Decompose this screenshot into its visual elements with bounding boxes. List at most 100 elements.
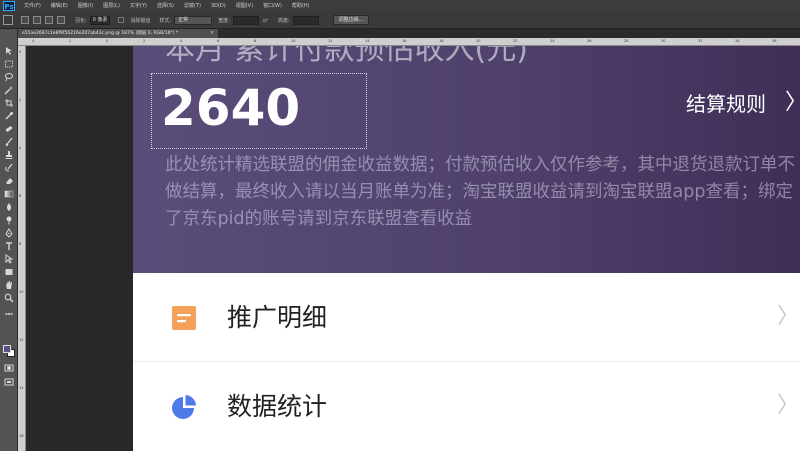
ruler-number: 12	[19, 338, 24, 342]
crop-tool-icon[interactable]	[3, 97, 15, 108]
vertical-ruler: 0 2 4 6 8 10 12 14 16	[18, 46, 26, 451]
menu-edit[interactable]: 编辑(E)	[46, 0, 73, 12]
document-tab-title: e55ae2687c1e8f9f56216e207ab43c.png @ 187…	[22, 31, 179, 36]
pen-tool-icon[interactable]	[3, 227, 15, 238]
photoshop-logo-icon: Ps	[3, 1, 15, 11]
eyedropper-tool-icon[interactable]	[3, 110, 15, 121]
style-select[interactable]: 正常	[174, 15, 213, 25]
swap-dimensions-icon[interactable]: ⇄	[263, 17, 268, 24]
menu-layer[interactable]: 图层(L)	[98, 0, 125, 12]
horizontal-ruler: 4 2 0 2 4 6 8 10 12 14 16 18 20 22 24 26 28 30 32 34 36	[18, 38, 800, 46]
type-tool-icon[interactable]	[3, 240, 15, 251]
ruler-number: 10	[19, 290, 24, 294]
ruler-number: 2	[143, 39, 146, 43]
feather-input[interactable]: 0 像素	[89, 15, 111, 25]
brush-tool-icon[interactable]	[3, 136, 15, 147]
marquee-tool-icon[interactable]	[3, 58, 15, 69]
feather-label: 羽化:	[75, 17, 87, 24]
document-list-icon	[172, 306, 196, 330]
magic-wand-tool-icon[interactable]	[3, 84, 15, 95]
quick-mask-icon[interactable]	[3, 362, 15, 373]
ruler-number: 4	[32, 39, 35, 43]
close-tab-icon[interactable]: ×	[210, 29, 214, 38]
style-label: 样式:	[159, 17, 172, 24]
ruler-number: 34	[735, 39, 740, 43]
menu-help[interactable]: 帮助(H)	[287, 0, 315, 12]
menu-window[interactable]: 窗口(W)	[258, 0, 287, 12]
menu-file[interactable]: 文件(F)	[19, 0, 46, 12]
eraser-tool-icon[interactable]	[3, 175, 15, 186]
new-selection-button[interactable]	[21, 16, 29, 24]
ruler-number: 18	[439, 39, 444, 43]
document-canvas[interactable]: 本月 累计付款预估收入(元) 2640 结算规则 〉 此处统计精选联盟的佣金收益…	[133, 46, 800, 451]
ruler-number: 0	[106, 39, 109, 43]
ruler-number: 4	[19, 146, 22, 150]
width-label: 宽度:	[218, 17, 230, 24]
menu-view[interactable]: 视图(V)	[231, 0, 258, 12]
menu-select[interactable]: 选择(S)	[152, 0, 179, 12]
intersect-selection-button[interactable]	[57, 16, 65, 24]
list-item-data-statistics[interactable]: 数据统计 〉	[133, 362, 800, 451]
list-item-promotion-details[interactable]: 推广明细 〉	[133, 273, 800, 362]
list-item-label: 数据统计	[227, 392, 328, 421]
width-input[interactable]	[232, 15, 259, 25]
zoom-tool-icon[interactable]	[3, 292, 15, 303]
chevron-right-icon: 〉	[777, 393, 800, 418]
menu-bar: Ps 文件(F) 编辑(E) 图像(I) 图层(L) 文字(Y) 选择(S) 滤…	[0, 0, 800, 12]
chevron-right-icon[interactable]: 〉	[785, 90, 800, 116]
path-selection-tool-icon[interactable]	[3, 253, 15, 264]
document-tab[interactable]: e55ae2687c1e8f9f56216e207ab43c.png @ 187…	[18, 29, 218, 38]
ruler-number: 24	[550, 39, 555, 43]
menu-image[interactable]: 图像(I)	[73, 0, 98, 12]
height-input[interactable]	[292, 15, 319, 25]
ruler-number: 14	[19, 386, 24, 390]
blur-tool-icon[interactable]	[3, 201, 15, 212]
tool-preset-picker[interactable]	[3, 15, 13, 25]
ruler-number: 8	[254, 39, 257, 43]
menu-3d[interactable]: 3D(D)	[206, 0, 231, 12]
ruler-number: 30	[661, 39, 666, 43]
ruler-number: 16	[19, 434, 24, 438]
move-tool-icon[interactable]	[3, 45, 15, 56]
options-bar: 羽化: 0 像素 消除锯齿 样式: 正常 宽度: ⇄ 高度: 调整边缘...	[0, 12, 800, 29]
income-header: 本月 累计付款预估收入(元) 2640 结算规则 〉 此处统计精选联盟的佣金收益…	[133, 46, 800, 273]
ruler-number: 0	[19, 50, 22, 54]
ruler-number: 8	[19, 242, 22, 246]
ruler-number: 14	[365, 39, 370, 43]
ruler-number: 28	[624, 39, 629, 43]
healing-brush-tool-icon[interactable]	[3, 123, 15, 134]
history-brush-tool-icon[interactable]	[3, 162, 15, 173]
document-tab-bar: e55ae2687c1e8f9f56216e207ab43c.png @ 187…	[18, 29, 800, 38]
gradient-tool-icon[interactable]	[3, 188, 15, 199]
ruler-number: 2	[19, 98, 22, 102]
toolbox	[0, 29, 18, 451]
height-label: 高度:	[277, 17, 290, 24]
refine-edge-button[interactable]: 调整边缘...	[332, 15, 370, 25]
dodge-tool-icon[interactable]	[3, 214, 15, 225]
menu-type[interactable]: 文字(Y)	[125, 0, 152, 12]
foreground-color-swatch[interactable]	[3, 345, 11, 353]
ruler-number: 20	[476, 39, 481, 43]
subtract-selection-button[interactable]	[45, 16, 53, 24]
list-item-label: 推广明细	[227, 303, 328, 332]
antialias-checkbox[interactable]	[118, 17, 125, 23]
ruler-number: 16	[402, 39, 407, 43]
pasteboard	[26, 46, 133, 451]
header-title: 本月 累计付款预估收入(元)	[165, 46, 528, 67]
extra-tools-icon[interactable]	[3, 308, 15, 319]
ruler-number: 26	[587, 39, 592, 43]
add-selection-button[interactable]	[33, 16, 41, 24]
ruler-number: 4	[180, 39, 183, 43]
lasso-tool-icon[interactable]	[3, 71, 15, 82]
income-notice: 此处统计精选联盟的佣金收益数据；付款预估收入仅作参考，其中退货退款订单不做结算，…	[165, 155, 795, 229]
screen-mode-icon[interactable]	[3, 376, 15, 387]
shape-tool-icon[interactable]	[3, 266, 15, 277]
clone-stamp-tool-icon[interactable]	[3, 149, 15, 160]
hand-tool-icon[interactable]	[3, 279, 15, 290]
ruler-number: 12	[328, 39, 333, 43]
chevron-right-icon: 〉	[777, 304, 800, 329]
settlement-rules-link[interactable]: 结算规则	[686, 91, 766, 117]
ruler-number: 6	[19, 194, 22, 198]
menu-filter[interactable]: 滤镜(T)	[179, 0, 206, 12]
ruler-number: 10	[291, 39, 296, 43]
